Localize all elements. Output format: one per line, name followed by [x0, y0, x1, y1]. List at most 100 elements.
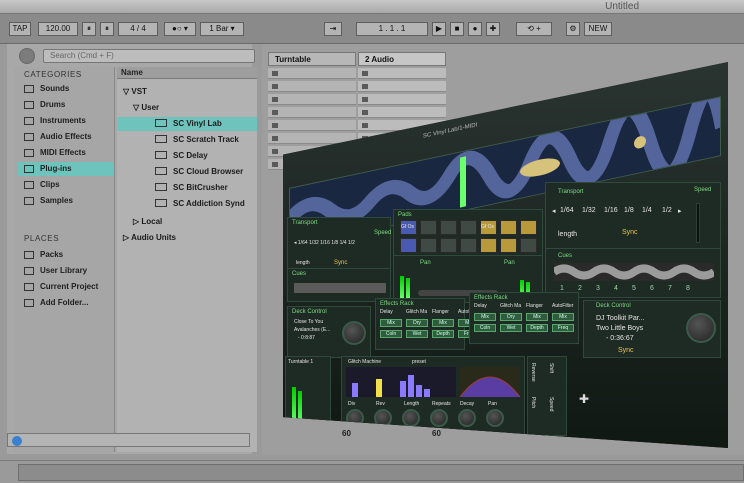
new-button[interactable]: NEW — [584, 22, 612, 36]
clip-stop-icon[interactable] — [272, 97, 278, 102]
info-toggle-icon[interactable] — [12, 436, 22, 446]
arrangement-position-field[interactable]: 1 . 1 . 1 — [356, 22, 428, 36]
glitch-knob[interactable] — [402, 409, 420, 427]
category-clips[interactable]: Clips — [18, 178, 114, 192]
clip-stop-icon[interactable] — [272, 162, 278, 167]
tap-button[interactable]: TAP — [9, 22, 31, 36]
rate-option[interactable]: 1/64 — [560, 207, 574, 214]
clip-stop-icon[interactable] — [272, 123, 278, 128]
deck-sync-button[interactable]: Sync — [618, 347, 634, 354]
glitch-preset[interactable]: preset — [412, 359, 426, 365]
overdub-button[interactable]: ✚ — [486, 22, 500, 36]
side-toggle-button[interactable]: Shift — [548, 363, 554, 373]
nudge-down-button[interactable]: ⏸ — [82, 22, 96, 36]
clip-stop-icon[interactable] — [362, 84, 368, 89]
clip-slot[interactable] — [268, 107, 356, 118]
category-audio-effects[interactable]: Audio Effects — [18, 130, 114, 144]
category-instruments[interactable]: Instruments — [18, 114, 114, 128]
clip-stop-icon[interactable] — [362, 71, 368, 76]
rate-selector[interactable]: ◂ 1/64 1/32 1/16 1/8 1/4 1/2 ▸ — [552, 207, 682, 219]
cue-strip-wave[interactable] — [294, 283, 386, 293]
sample-pad[interactable] — [460, 220, 477, 235]
automation-arm-button[interactable]: ⟲ + — [516, 22, 552, 36]
tree-folder-user[interactable]: ▽ User — [133, 101, 159, 115]
cue-button[interactable]: 6 — [650, 285, 654, 292]
cue-button[interactable]: 7 — [668, 285, 672, 292]
tree-folder-audio-units[interactable]: ▷ Audio Units — [123, 231, 176, 245]
fx-param-button[interactable]: Depth — [432, 330, 454, 338]
rate-prev-icon[interactable]: ◂ — [552, 207, 556, 215]
clip-slot[interactable] — [358, 94, 446, 105]
clip-stop-icon[interactable] — [362, 110, 368, 115]
fx-param-button[interactable]: Wet — [500, 324, 522, 332]
sample-pad[interactable] — [460, 238, 477, 253]
clip-stop-icon[interactable] — [362, 123, 368, 128]
fx-param-button[interactable]: Mix — [526, 313, 548, 321]
track-header-turntable[interactable]: Turntable — [268, 52, 356, 66]
fx-param-button[interactable]: Mix — [474, 313, 496, 321]
play-button[interactable]: ▶ — [432, 22, 446, 36]
settings-icon[interactable]: ⚙ — [566, 22, 580, 36]
category-plug-ins[interactable]: Plug-ins — [18, 162, 114, 176]
rate-next-icon[interactable]: ▸ — [678, 207, 682, 215]
sample-pad[interactable] — [440, 238, 457, 253]
cue-button[interactable]: 1 — [560, 285, 564, 292]
browser-toggle-icon[interactable] — [19, 48, 35, 64]
rate-option[interactable]: 1/16 — [604, 207, 618, 214]
stop-button[interactable]: ■ — [450, 22, 464, 36]
fx-param-button[interactable]: Coln — [474, 324, 496, 332]
sample-pad[interactable] — [500, 220, 517, 235]
rate-option[interactable]: 1/8 — [624, 207, 634, 214]
sample-pad[interactable] — [420, 220, 437, 235]
platter-small[interactable] — [342, 321, 366, 345]
cue-button[interactable]: 5 — [632, 285, 636, 292]
record-button[interactable]: ● — [468, 22, 482, 36]
cue-button[interactable]: 8 — [686, 285, 690, 292]
plugin-item[interactable]: SC Vinyl Lab — [117, 117, 257, 131]
cue-button[interactable]: 4 — [614, 285, 618, 292]
glitch-knob[interactable] — [486, 409, 504, 427]
place-user-library[interactable]: User Library — [18, 264, 114, 278]
plugin-item[interactable]: SC Cloud Browser — [155, 165, 243, 179]
glitch-knob[interactable] — [458, 409, 476, 427]
category-midi-effects[interactable]: MIDI Effects — [18, 146, 114, 160]
add-folder-button[interactable]: Add Folder... — [18, 296, 114, 310]
quantize-dropdown[interactable]: 1 Bar ▾ — [200, 22, 244, 36]
plugin-item[interactable]: SC Delay — [155, 149, 208, 163]
sample-pad[interactable] — [520, 238, 537, 253]
clip-stop-icon[interactable] — [362, 97, 368, 102]
clip-stop-icon[interactable] — [272, 71, 278, 76]
tree-folder-local[interactable]: ▷ Local — [133, 215, 162, 229]
platter-knob[interactable] — [686, 313, 716, 343]
fx-param-button[interactable]: Mix — [552, 313, 574, 321]
name-column-header[interactable]: Name — [117, 67, 257, 79]
clip-slot[interactable] — [358, 81, 446, 92]
add-device-icon[interactable]: ✚ — [579, 392, 589, 406]
nudge-up-button[interactable]: ⏸ — [100, 22, 114, 36]
clip-stop-icon[interactable] — [272, 136, 278, 141]
track-header-2-audio[interactable]: 2 Audio — [358, 52, 446, 66]
cue-waveform[interactable] — [551, 263, 717, 281]
plugin-item[interactable]: SC Scratch Track — [155, 133, 239, 147]
category-sounds[interactable]: Sounds — [18, 82, 114, 96]
sample-pad[interactable] — [400, 238, 417, 253]
plugin-item[interactable]: SC Addiction Synd — [155, 197, 245, 211]
clip-stop-icon[interactable] — [272, 110, 278, 115]
clip-stop-icon[interactable] — [272, 84, 278, 89]
glitch-envelope[interactable] — [459, 367, 521, 398]
clip-slot[interactable] — [268, 120, 356, 131]
place-current-project[interactable]: Current Project — [18, 280, 114, 294]
search-input[interactable]: Search (Cmd + F) — [43, 49, 255, 63]
sample-pad[interactable] — [420, 238, 437, 253]
side-toggle-button[interactable]: Speed — [548, 397, 554, 411]
fx-param-button[interactable]: Dry — [500, 313, 522, 321]
metronome-button[interactable]: ●○ ▾ — [164, 22, 196, 36]
clip-slot[interactable] — [358, 107, 446, 118]
place-packs[interactable]: Packs — [18, 248, 114, 262]
glitch-knob[interactable] — [430, 409, 448, 427]
clip-slot[interactable] — [268, 81, 356, 92]
fx-param-button[interactable]: Coln — [380, 330, 402, 338]
fx-param-button[interactable]: Dry — [406, 319, 428, 327]
tempo-field[interactable]: 120.00 — [38, 22, 78, 36]
follow-button[interactable]: ⇥ — [324, 22, 342, 36]
